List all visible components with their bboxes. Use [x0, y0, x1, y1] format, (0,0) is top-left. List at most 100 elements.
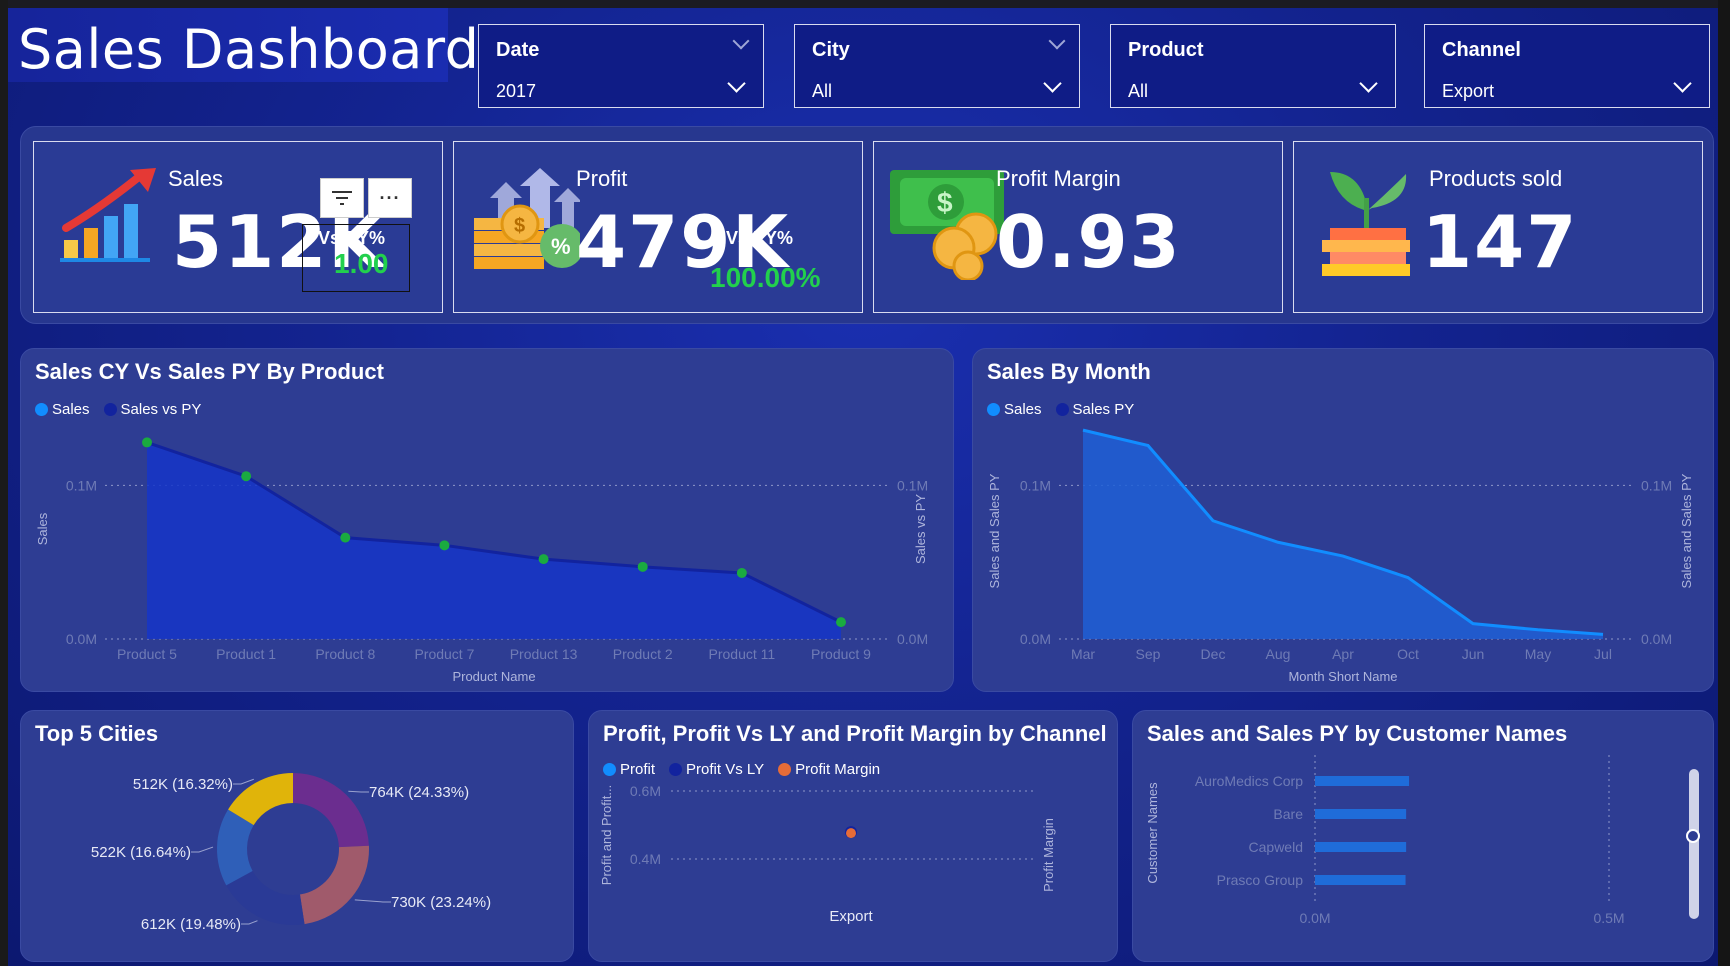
x-tick-label: Product 11: [709, 646, 776, 662]
y-tick-label: 0.0M: [1020, 631, 1051, 647]
x-tick-label: Product 9: [811, 646, 871, 662]
y-tick-label: Capweld: [1249, 839, 1303, 855]
y-tick-label: Prasco Group: [1217, 872, 1304, 888]
data-point: [241, 471, 252, 482]
y-tick-label: 0.1M: [1020, 477, 1051, 493]
y-tick-label: 0.6M: [630, 783, 661, 799]
more-options-button[interactable]: ···: [368, 178, 412, 218]
chevron-down-icon[interactable]: [1048, 32, 1066, 50]
x-tick-label: Aug: [1266, 646, 1291, 662]
svg-text:$: $: [937, 187, 953, 218]
y-tick-label: AuroMedics Corp: [1195, 773, 1303, 789]
x-tick-label: Jul: [1594, 646, 1612, 662]
chevron-down-icon[interactable]: [732, 32, 750, 50]
chart-card-sales-by-product[interactable]: Sales CY Vs Sales PY By Product Sales Sa…: [20, 348, 954, 692]
slicer-city-value[interactable]: All: [812, 81, 832, 102]
chart-card-profit-by-channel[interactable]: Profit, Profit Vs LY and Profit Margin b…: [588, 710, 1118, 962]
slicer-channel-label: Channel: [1442, 39, 1521, 61]
dashboard-canvas: Sales Dashboard Date 2017 City All Produ…: [8, 8, 1718, 966]
slicer-date[interactable]: Date 2017: [478, 24, 764, 108]
y-tick-label: 0.4M: [630, 851, 661, 867]
scroll-handle[interactable]: [1686, 829, 1700, 843]
donut-slice: [299, 845, 369, 925]
kpi-card-profit-margin[interactable]: $ Profit Margin 0.93: [873, 141, 1283, 313]
slicer-product[interactable]: Product All: [1110, 24, 1396, 108]
kpi-card-sales[interactable]: Sales 512K Vs PY% 1.00 ···: [33, 141, 443, 313]
kpi-products-value: 147: [1422, 200, 1579, 284]
data-point: [836, 617, 846, 628]
month-area-chart[interactable]: 0.0M 0.0M 0.1M 0.1M Mar Sep Dec Aug Apr Oct Jun May…: [973, 349, 1715, 693]
y-axis-title: Customer Names: [1145, 782, 1160, 884]
y-right-tick-label: 0.0M: [1641, 631, 1672, 647]
slice-label: 512K (16.32%): [133, 776, 233, 793]
slicer-product-value[interactable]: All: [1128, 81, 1148, 102]
bar: [1315, 776, 1410, 786]
x-tick-label: Dec: [1201, 646, 1226, 662]
slicer-product-label: Product: [1128, 39, 1204, 61]
x-axis-title: Product Name: [452, 669, 535, 684]
y-tick-label: 0.0M: [66, 631, 97, 647]
slicer-date-value[interactable]: 2017: [496, 81, 536, 102]
kpi-profit-vs-label: Vs PY%: [726, 228, 794, 248]
more-options-icon: ···: [379, 187, 401, 208]
customer-bar-chart[interactable]: 0.0M 0.5M Customer Names AuroMedics Corp Bar…: [1133, 711, 1715, 963]
kpi-card-products-sold[interactable]: Products sold 147: [1293, 141, 1703, 313]
data-point: [142, 437, 152, 448]
chevron-down-icon[interactable]: [1043, 74, 1062, 93]
y-axis-title: Sales: [35, 512, 50, 545]
leader-line: [241, 920, 258, 925]
x-tick-label: Mar: [1071, 646, 1095, 662]
slice-label: 764K (24.33%): [369, 784, 469, 801]
leader-line: [348, 790, 369, 793]
x-axis-title: Month Short Name: [1288, 669, 1397, 684]
kpi-card-profit[interactable]: $ % Profit 479K Vs PY% 100.00%: [453, 141, 863, 313]
channel-scatter-chart[interactable]: 0.6M 0.4M Profit and Profit... Profit Margi…: [589, 711, 1119, 963]
slice-label: 612K (19.48%): [141, 916, 241, 933]
data-point: [340, 532, 351, 543]
x-tick-label: Product 13: [510, 646, 578, 662]
chevron-down-icon[interactable]: [1673, 74, 1692, 93]
cities-donut-chart[interactable]: 764K (24.33%) 730K (23.24%) 612K (19.48%) 5…: [21, 711, 575, 963]
y-right-tick-label: 0.0M: [897, 631, 928, 647]
kpi-margin-title: Profit Margin: [996, 166, 1121, 191]
chart-card-sales-by-month[interactable]: Sales By Month Sales Sales PY 0.0M 0.0M 0.…: [972, 348, 1714, 692]
x-tick-label: Product 2: [613, 646, 673, 662]
x-tick-label: Product 1: [216, 646, 276, 662]
slice-label: 522K (16.64%): [91, 844, 191, 861]
leader-line: [233, 778, 254, 785]
chart-card-customer-names[interactable]: Sales and Sales PY by Customer Names 0.0…: [1132, 710, 1714, 962]
x-tick-label: Oct: [1397, 646, 1419, 662]
chevron-down-icon[interactable]: [727, 74, 746, 93]
slicer-date-label: Date: [496, 39, 540, 61]
kpi-profit-title: Profit: [576, 166, 628, 191]
bar: [1315, 809, 1407, 819]
scrollbar[interactable]: [1689, 769, 1699, 919]
chevron-down-icon[interactable]: [1359, 74, 1378, 93]
y-right-tick-label: 0.1M: [1641, 477, 1672, 493]
y-right-axis-title: Sales vs PY: [913, 494, 928, 564]
kpi-margin-value: 0.93: [996, 200, 1182, 284]
growth-plant-icon: [1322, 172, 1410, 276]
chart-card-top-cities[interactable]: Top 5 Cities 764K (24.33%) 730K (23.24%) 6…: [20, 710, 574, 962]
x-tick-label: Apr: [1332, 646, 1354, 662]
kpi-sales-title: Sales: [168, 166, 224, 191]
filter-button[interactable]: [320, 178, 364, 218]
slicer-channel-value[interactable]: Export: [1442, 81, 1494, 102]
product-area-chart[interactable]: 0.0M 0.0M 0.1M 0.1M Product 5 Product 1 Produc…: [21, 349, 955, 693]
x-tick-label: Sep: [1136, 646, 1161, 662]
svg-text:$: $: [514, 215, 525, 237]
x-tick-label: May: [1525, 646, 1551, 662]
kpi-panel: Sales 512K Vs PY% 1.00 ··· $ % Profit 47…: [20, 126, 1714, 324]
kpi-profit-vs-value: 100.00%: [710, 262, 821, 293]
x-tick-label: Product 5: [117, 646, 177, 662]
y-tick-label: 0.1M: [66, 477, 97, 493]
slicer-channel[interactable]: Channel Export: [1424, 24, 1710, 108]
x-tick-label: 0.5M: [1593, 910, 1624, 926]
y-right-axis-title: Sales and Sales PY: [1679, 473, 1694, 588]
leader-line: [354, 899, 391, 903]
slicer-city[interactable]: City All: [794, 24, 1080, 108]
filter-icon: [332, 191, 352, 205]
data-point: [538, 554, 549, 565]
x-tick-label: Product 8: [315, 646, 375, 662]
x-tick-label: Export: [829, 908, 873, 925]
